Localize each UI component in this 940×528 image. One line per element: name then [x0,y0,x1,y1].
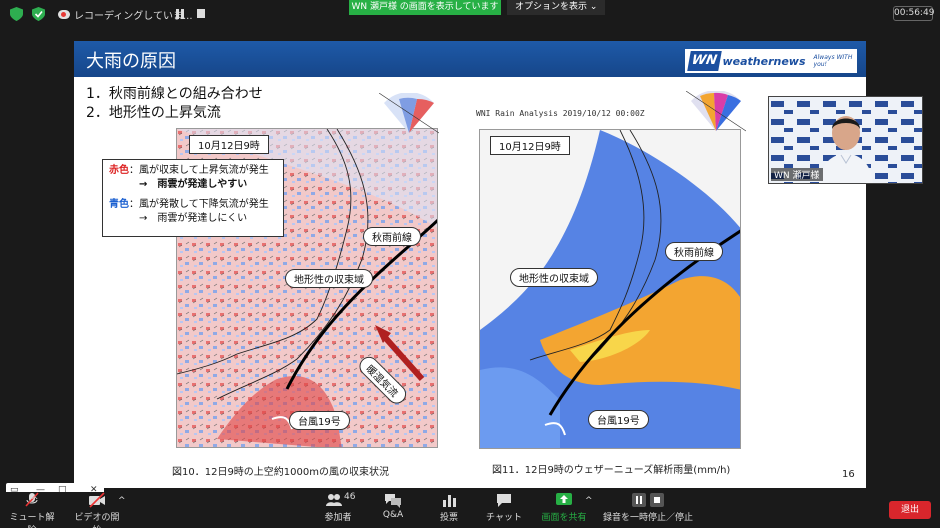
unmute-label: ミュート解除 [9,513,55,528]
legend-red-key: 赤色 [109,165,129,176]
list-item: 2．地形性の上昇気流 [86,105,221,121]
map1-typhoon-label: 台風19号 [289,411,350,430]
map2-convergence-label: 地形性の収束域 [510,268,598,287]
legend-red-text: ：風が収束して上昇気流が発生 [129,165,269,176]
meeting-timer: 00:56:49 [893,6,934,21]
legend-blue-text: ：風が発散して下降気流が発生 [129,199,269,210]
share-options-caret[interactable]: ^ [585,496,593,506]
logo-tagline: Always WITH you! [813,54,853,68]
zoom-meeting-window: レコーディングしていま... WN 瀬戸様 の画面を表示しています オプションを… [0,0,940,528]
map1-date-label: 10月12日9時 [189,135,269,154]
legend-blue-result-row: → 雨雲が発達しにくい [109,212,277,226]
view-options-button[interactable]: オプションを表示 ⌄ [507,0,606,15]
recording-indicator: レコーディングしていま... [58,7,193,22]
poll-label: 投票 [439,513,458,523]
share-screen-button[interactable]: 画面を共有 [540,492,588,523]
meeting-toolbar: ミュート解除 ^ ビデオの開始 ^ 46 参加者 Q&A 投票 チャット 画面を… [0,492,940,528]
qa-label: Q&A [382,510,404,520]
qa-button[interactable]: Q&A [378,492,408,520]
shield-icon[interactable] [10,7,23,21]
video-options-caret[interactable]: ^ [118,496,126,506]
map2-colorbar-icon [686,91,746,132]
start-video-button[interactable]: ビデオの開始 [72,492,122,528]
share-screen-label: 画面を共有 [541,513,587,523]
logo-mark: WN [687,51,722,71]
security-check-icon[interactable] [32,7,45,21]
participants-label: 参加者 [324,513,352,523]
slide-page-number: 16 [842,469,855,480]
figure10-caption: 図10．12日9時の上空約1000mの風の収束状況 [172,467,390,478]
cloud-record-icon [58,10,70,19]
speaker-name-label: WN 瀬戸様 [771,168,823,181]
video-off-icon [89,492,105,508]
chat-label: チャット [486,513,522,523]
map2-date-label: 10月12日9時 [490,136,570,155]
pause-stop-recording-button[interactable]: 録音を一時停止／停止 [600,492,696,523]
recording-label: レコーディングしていま... [74,11,193,22]
map1-front-label: 秋雨前線 [363,227,421,246]
screen-share-banner: WN 瀬戸様 の画面を表示しています [349,0,501,15]
logo-name: weathernews [722,54,806,68]
slide-title: 大雨の原因 [86,51,176,72]
chat-icon [497,494,511,507]
legend-blue-key: 青色 [109,199,129,210]
leave-meeting-button[interactable]: 退出 [889,501,931,519]
slide-header: 大雨の原因 WN weathernews Always WITH you! [74,41,866,77]
legend-blue-result: → 雨雲が発達しにくい [139,213,248,224]
weathernews-logo: WN weathernews Always WITH you! [685,49,857,73]
figure11-caption: 図11．12日9時のウェザーニューズ解析雨量(mm/h) [492,465,731,476]
map1-colorbar-icon [379,93,439,134]
pause-recording-icon[interactable] [176,9,184,19]
speaker-video-tile[interactable]: WN 瀬戸様 [768,96,923,184]
top-bar: レコーディングしていま... WN 瀬戸様 の画面を表示しています オプションを… [0,0,940,28]
map1-convergence-label: 地形性の収束域 [285,269,373,288]
legend-red-result-row: → 雨雲が発達しやすい [109,178,277,192]
rain-analysis-map: 10月12日9時 秋雨前線 地形性の収束域 台風19号 [479,129,741,449]
share-screen-icon [556,493,572,505]
wni-rain-analysis-header: WNI Rain Analysis 2019/10/12 00:00Z [476,109,645,118]
pause-stop-icon [632,493,664,507]
qa-icon [385,494,401,508]
rain-map-graphic [480,130,740,448]
legend-red-row: 赤色：風が収束して上昇気流が発生 [109,164,277,178]
chat-button[interactable]: チャット [486,492,522,523]
shared-slide: 大雨の原因 WN weathernews Always WITH you! 1．… [74,41,866,488]
map2-typhoon-label: 台風19号 [588,410,649,429]
list-item: 1．秋雨前線との組み合わせ [86,86,263,102]
legend-red-result: → 雨雲が発達しやすい [139,179,248,190]
cause-list: 1．秋雨前線との組み合わせ 2．地形性の上昇気流 [86,85,263,123]
legend-blue-row: 青色：風が発散して下降気流が発生 [109,198,277,212]
audio-options-caret[interactable]: ^ [31,496,39,506]
poll-button[interactable]: 投票 [434,492,464,523]
participants-count: 46 [344,492,356,502]
map2-front-label: 秋雨前線 [665,242,723,261]
pause-stop-recording-label: 録音を一時停止／停止 [602,513,693,523]
participants-button[interactable]: 46 参加者 [318,492,358,523]
poll-icon [443,495,456,507]
stop-recording-icon[interactable] [197,9,205,18]
color-legend-box: 赤色：風が収束して上昇気流が発生 → 雨雲が発達しやすい 青色：風が発散して下降… [102,159,284,237]
start-video-label: ビデオの開始 [74,513,120,528]
view-options-label: オプションを表示 [515,2,588,12]
